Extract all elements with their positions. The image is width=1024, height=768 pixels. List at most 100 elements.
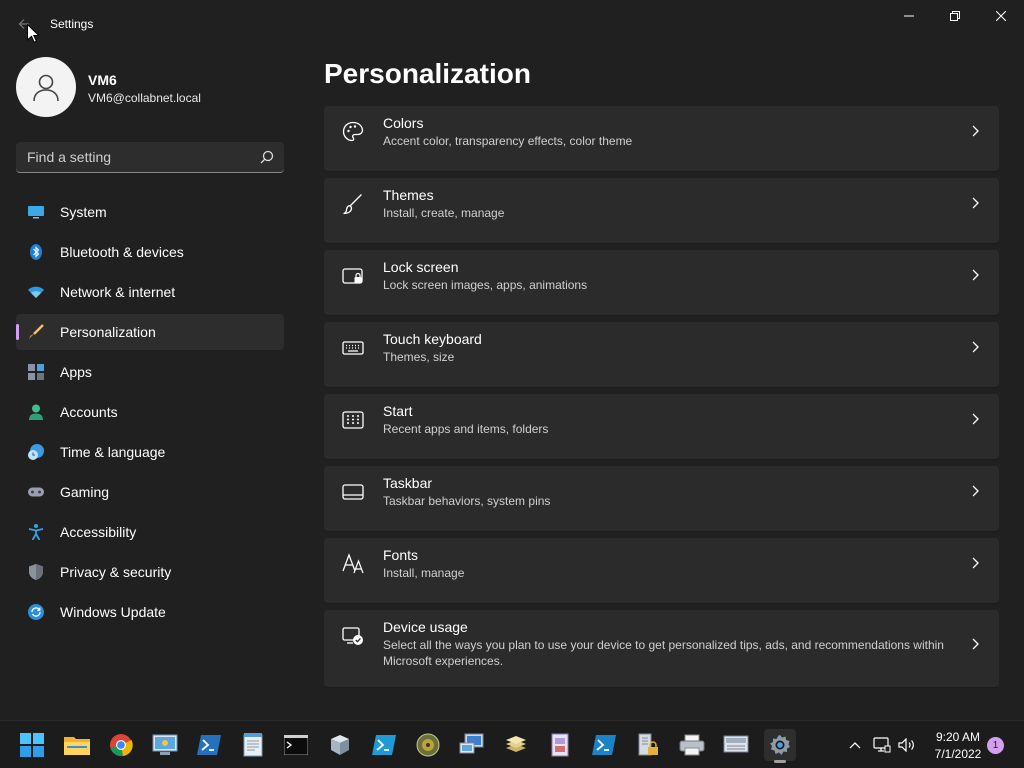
sidebar-item-bluetooth[interactable]: Bluetooth & devices (16, 234, 284, 270)
card-description: Recent apps and items, folders (383, 422, 549, 436)
person-icon (28, 404, 44, 420)
sidebar-item-gaming[interactable]: Gaming (16, 474, 284, 510)
minimize-icon (904, 15, 914, 17)
sidebar-item-privacy[interactable]: Privacy & security (16, 554, 284, 590)
notepad-icon[interactable] (237, 729, 269, 761)
taskbar: 9:20 AM 7/1/2022 1 (0, 720, 1024, 768)
chevron-right-icon (969, 339, 981, 355)
sidebar-item-windows-update[interactable]: Windows Update (16, 594, 284, 630)
server-lock-icon[interactable] (632, 729, 664, 761)
person-icon (33, 74, 59, 102)
network-status-icon[interactable] (873, 736, 891, 754)
shield-icon (28, 564, 44, 580)
chevron-right-icon (969, 555, 981, 571)
printer-icon[interactable] (676, 729, 708, 761)
card-title: Fonts (383, 547, 419, 563)
card-description: Lock screen images, apps, animations (383, 278, 588, 292)
lock-screen-icon (342, 265, 364, 287)
card-touch-keyboard[interactable]: Touch keyboard Themes, size (324, 322, 999, 388)
palette-icon (342, 121, 364, 143)
sidebar-item-apps[interactable]: Apps (16, 354, 284, 390)
card-description: Accent color, transparency effects, colo… (383, 134, 633, 148)
computer-management-icon[interactable] (720, 729, 752, 761)
accessibility-icon (28, 524, 44, 540)
registry-icon[interactable] (544, 729, 576, 761)
sidebar-item-label: Privacy & security (60, 564, 172, 580)
sidebar-item-label: Accessibility (60, 524, 137, 540)
card-colors[interactable]: Colors Accent color, transparency effect… (324, 106, 999, 172)
close-button[interactable] (978, 0, 1024, 32)
card-description: Install, manage (383, 566, 465, 580)
avatar[interactable] (16, 57, 76, 117)
pen-icon (342, 193, 364, 215)
tools-icon[interactable] (324, 729, 356, 761)
restore-button[interactable] (932, 0, 978, 32)
start-icon[interactable] (16, 729, 48, 761)
monitor-icon (28, 204, 44, 220)
chevron-right-icon (969, 195, 981, 211)
settings-icon[interactable] (764, 729, 796, 763)
search-icon[interactable] (260, 150, 274, 164)
terminal-icon[interactable] (280, 729, 312, 761)
card-title: Taskbar (383, 475, 433, 491)
sidebar-item-label: Gaming (60, 484, 110, 500)
clock-time[interactable]: 9:20 AM (930, 730, 986, 744)
chevron-right-icon (969, 411, 981, 427)
card-description: Select all the ways you plan to use your… (383, 638, 944, 668)
card-title: Touch keyboard (383, 331, 482, 347)
card-lock-screen[interactable]: Lock screen Lock screen images, apps, an… (324, 250, 999, 316)
chrome-icon[interactable] (105, 729, 137, 761)
search-box[interactable] (16, 142, 284, 173)
chevron-up-icon[interactable] (846, 736, 864, 754)
card-title: Colors (383, 115, 424, 131)
brush-icon (28, 324, 44, 340)
sidebar-item-label: Apps (60, 364, 92, 380)
sidebar-item-time-language[interactable]: Time & language (16, 434, 284, 470)
disk-icon[interactable] (412, 729, 444, 761)
stack-icon[interactable] (500, 729, 532, 761)
taskbar-icon (342, 481, 364, 503)
card-taskbar[interactable]: Taskbar Taskbar behaviors, system pins (324, 466, 999, 532)
card-device-usage[interactable]: Device usage Select all the ways you pla… (324, 610, 999, 688)
sidebar-item-label: Bluetooth & devices (60, 244, 184, 260)
settings-card-list: Colors Accent color, transparency effect… (324, 106, 999, 694)
gamepad-icon (28, 484, 44, 500)
keyboard-icon (342, 337, 364, 359)
sidebar-item-accounts[interactable]: Accounts (16, 394, 284, 430)
sidebar-item-personalization[interactable]: Personalization (16, 314, 284, 350)
sidebar-item-network[interactable]: Network & internet (16, 274, 284, 310)
device-usage-icon (342, 625, 364, 647)
sidebar-item-accessibility[interactable]: Accessibility (16, 514, 284, 550)
start-grid-icon (342, 409, 364, 431)
search-input[interactable] (16, 142, 252, 172)
mouse-cursor-icon (27, 24, 39, 43)
remote-desktop-icon[interactable] (456, 729, 488, 761)
card-title: Lock screen (383, 259, 459, 275)
clock-date[interactable]: 7/1/2022 (930, 747, 986, 761)
network-config-icon[interactable] (149, 729, 181, 761)
volume-icon[interactable] (898, 736, 916, 754)
powershell-icon[interactable] (193, 729, 225, 761)
card-start[interactable]: Start Recent apps and items, folders (324, 394, 999, 460)
card-title: Device usage (383, 619, 468, 635)
chevron-right-icon (969, 267, 981, 283)
card-description: Themes, size (383, 350, 455, 364)
card-title: Start (383, 403, 413, 419)
user-email: VM6@collabnet.local (88, 91, 201, 105)
globe-clock-icon (28, 444, 44, 460)
sidebar-item-label: System (60, 204, 107, 220)
page-title: Personalization (324, 58, 531, 89)
file-explorer-icon[interactable] (61, 729, 93, 761)
sidebar-item-system[interactable]: System (16, 194, 284, 230)
title-bar: Settings (0, 0, 1024, 48)
chevron-right-icon (969, 483, 981, 499)
card-themes[interactable]: Themes Install, create, manage (324, 178, 999, 244)
card-fonts[interactable]: Fonts Install, manage (324, 538, 999, 604)
wifi-icon (28, 284, 44, 300)
powershell-ise-icon[interactable] (368, 729, 400, 761)
minimize-button[interactable] (886, 0, 932, 32)
powershell-alt-icon[interactable] (588, 729, 620, 761)
sidebar-nav: System Bluetooth & devices Network & int… (16, 194, 284, 634)
notification-badge[interactable]: 1 (987, 737, 1004, 754)
window-title: Settings (50, 17, 94, 31)
